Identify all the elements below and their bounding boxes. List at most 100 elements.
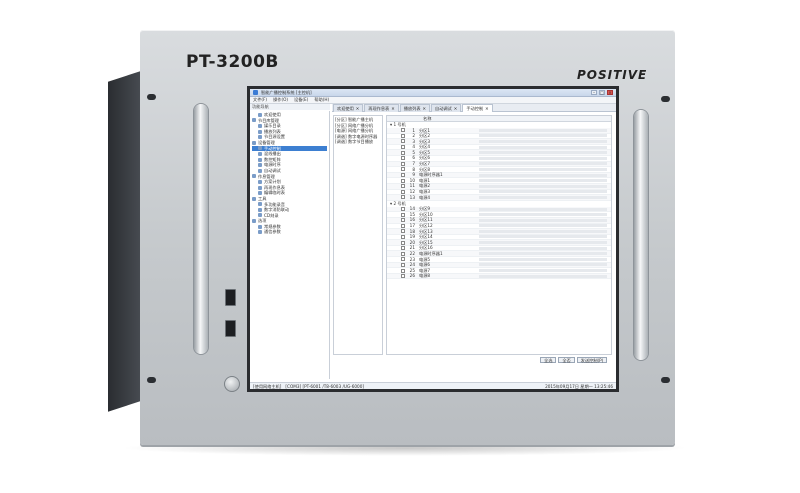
tree-node-icon	[258, 179, 262, 184]
row-status-bar	[479, 213, 607, 217]
usb-port[interactable]	[225, 289, 236, 306]
folder-icon	[252, 174, 256, 179]
tab[interactable]: 欢迎使用 ✕	[333, 104, 364, 113]
row-status-bar	[479, 139, 607, 143]
status-left: [使用网络主机]	[253, 384, 282, 389]
tree-node-icon	[258, 224, 262, 229]
device-list-item[interactable]: [调谐] 数字节目播放	[335, 139, 381, 145]
folder-icon	[252, 140, 256, 145]
row-status-bar	[479, 218, 607, 222]
nav-header: 功能导航	[250, 104, 330, 110]
tree-node-icon	[258, 146, 262, 151]
row-status-bar	[479, 229, 607, 233]
action-button[interactable]: 全选	[540, 357, 557, 363]
tab[interactable]: 手动控制 ✕	[462, 104, 493, 113]
channel-grid: 名称 ▾ 1 号机 1 分区1 2 分区2 3 分区3 4 分区4 5 分区5 6 分区6 7 分区7 8 分区…	[386, 115, 612, 355]
folder-icon	[252, 219, 256, 224]
rack-screw	[147, 377, 156, 383]
tab-label: 自动调试	[435, 105, 452, 111]
device-side-panel	[108, 70, 144, 412]
tree-node-icon	[258, 207, 262, 212]
menu-item[interactable]: 帮助(H)	[314, 97, 329, 103]
close-icon[interactable]: ✕	[454, 105, 458, 113]
window-controls: – □ ×	[591, 90, 613, 95]
tree-node-icon	[258, 163, 262, 168]
row-number: 26	[409, 273, 415, 279]
app-title: 智能广播控制系统 [主控机]	[261, 89, 312, 95]
tab[interactable]: 自动调试 ✕	[431, 104, 462, 113]
device-brand-logo: POSITIVE	[577, 68, 648, 82]
device-list: [分区] 智能广播主机 [分区] 网络广播分机 [电源] 网络广播分机 [调谐] 数字…	[333, 115, 383, 355]
tree-node-icon	[258, 230, 262, 235]
device-model-label: PT-3200B	[186, 52, 279, 72]
row-status-bar	[479, 252, 607, 256]
rack-screw	[147, 94, 156, 100]
row-status-bar	[479, 173, 607, 177]
row-status-bar	[479, 274, 607, 278]
close-icon[interactable]: ✕	[356, 105, 360, 113]
tab[interactable]: 再现作息表 ✕	[364, 104, 399, 113]
tree-node-icon	[258, 112, 262, 117]
minimize-icon[interactable]: –	[591, 90, 597, 95]
power-button[interactable]	[224, 376, 240, 392]
menu-item[interactable]: 设备(E)	[294, 97, 308, 103]
right-rack-handle	[634, 110, 648, 360]
tree-node-icon	[258, 123, 262, 128]
grid-row[interactable]: 26 电源8	[387, 273, 611, 280]
tree-node-icon	[258, 151, 262, 156]
row-status-bar	[479, 162, 607, 166]
close-icon[interactable]: ✕	[423, 105, 427, 113]
row-status-bar	[479, 184, 607, 188]
row-number: 13	[409, 194, 415, 200]
row-status-bar	[479, 167, 607, 171]
row-status-bar	[479, 195, 607, 199]
row-status-bar	[479, 179, 607, 183]
tab-label: 手动控制	[466, 105, 484, 111]
row-status-bar	[479, 257, 607, 261]
tab[interactable]: 播放列表 ✕	[399, 104, 431, 113]
row-status-bar	[479, 224, 607, 228]
action-button[interactable]: 发送控制(P)	[576, 357, 608, 363]
tree-item[interactable]: 通信参数	[252, 229, 327, 235]
row-status-bar	[479, 145, 607, 149]
tree-node-icon	[258, 135, 262, 140]
touch-screen[interactable]: 智能广播控制系统 [主控机] – □ × 文件(F) 操作(O) 设备(E) 帮助(H…	[250, 89, 616, 389]
tree-item-label: 通信参数	[264, 229, 281, 235]
status-datetime: 2015年09月17日 星期一 13:25:46	[545, 384, 613, 389]
close-icon[interactable]: ×	[607, 90, 613, 95]
usb-port[interactable]	[225, 320, 236, 337]
row-name: 电源8	[419, 273, 431, 279]
tab-label: 播放列表	[403, 105, 421, 111]
app-icon	[253, 90, 258, 95]
row-status-bar	[479, 235, 607, 239]
row-status-bar	[479, 269, 607, 273]
photo-stage: PT-3200B POSITIVE 智能广播控制系统 [主控机] – □ × 文…	[0, 0, 800, 493]
close-icon[interactable]: ✕	[391, 105, 395, 113]
tree-node-icon	[258, 129, 262, 134]
maximize-icon[interactable]: □	[599, 90, 605, 95]
action-button[interactable]: 全否	[558, 357, 575, 363]
row-status-bar	[479, 151, 607, 155]
tree-node-icon	[258, 185, 262, 190]
tree-item-label: 编辑临时表	[264, 190, 285, 196]
action-buttons: 全选 全否 发送控制(P)	[540, 357, 608, 363]
group-label: 2 号机	[393, 200, 406, 206]
close-icon[interactable]: ✕	[485, 105, 489, 113]
menu-item[interactable]: 操作(O)	[273, 97, 288, 103]
tree-node-icon	[258, 213, 262, 218]
rack-screw	[661, 377, 670, 383]
folder-icon	[252, 118, 256, 123]
function-tree: 欢迎使用 节目库管理 媒乐目录 播放列表 节目源设置 设备管理 手动控制 混线播出 数控矩阵 电源…	[250, 111, 330, 379]
row-status-bar	[479, 241, 607, 245]
tab-label: 再现作息表	[368, 105, 390, 111]
row-status-bar	[479, 246, 607, 250]
row-name: 电源4	[419, 194, 431, 200]
status-mid: [COM3] [PT-6001 /T8-6003 /UG-6000]	[285, 384, 364, 389]
menu-item[interactable]: 文件(F)	[253, 97, 267, 103]
tab-label: 欢迎使用	[337, 105, 354, 111]
row-status-bar	[479, 156, 607, 160]
row-status-bar	[479, 134, 607, 138]
row-status-bar	[479, 190, 607, 194]
tab-strip: 欢迎使用 ✕ 再现作息表 ✕ 播放列表 ✕ 自动调试 ✕ 手动控制 ✕	[332, 104, 616, 112]
tree-node-icon	[258, 202, 262, 207]
